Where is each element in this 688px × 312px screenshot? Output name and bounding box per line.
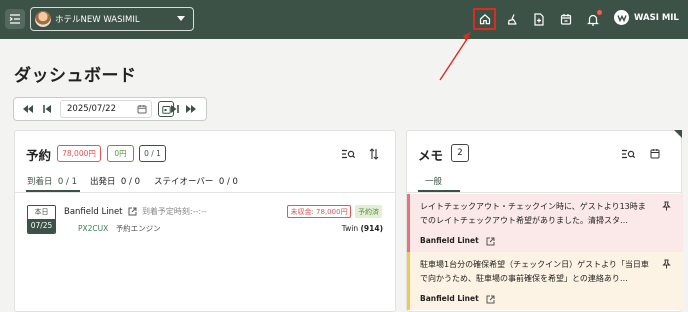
memo-title: メモ [418, 148, 444, 163]
notification-dot [597, 10, 602, 15]
external-link-icon[interactable] [486, 295, 495, 304]
tab-departure[interactable]: 出発日 0 / 0 [90, 175, 140, 187]
hotel-select[interactable]: ホテルNEW WASIMIL [30, 7, 194, 31]
memo-item[interactable]: 駐車場1台分の確保希望（チェックイン日）ゲストより「当日車で向かうため、駐車場の… [407, 252, 683, 310]
double-chevron-left-icon [23, 105, 33, 113]
memo-text: 駐車場1台分の確保希望（チェックイン日）ゲストより「当日車で向かうため、駐車場の… [420, 260, 649, 283]
date-input[interactable]: 2025/07/22 [60, 100, 152, 118]
day-label: 本日 [28, 206, 55, 219]
calendar-icon [137, 105, 147, 114]
memo-color-bar [407, 194, 410, 252]
chevron-down-icon [177, 16, 185, 21]
tab-arrival[interactable]: 到着日 0 / 1 [27, 175, 77, 187]
home-icon [479, 14, 490, 25]
calendar-button[interactable] [556, 9, 576, 29]
memo-text: レイトチェックアウト・チェックイン時に、ゲストより13時までのレイトチェックアウ… [420, 202, 646, 225]
arrival-date: 07/25 [28, 219, 55, 233]
wasimil-logo-icon [616, 14, 627, 22]
room-type: Twin [341, 224, 359, 233]
cleaning-button[interactable] [502, 9, 522, 29]
reservation-title: 予約 [26, 148, 52, 163]
hotel-logo [35, 11, 51, 27]
home-button[interactable] [473, 8, 496, 30]
search-list-icon[interactable] [342, 149, 355, 159]
tab-count: 0 / 0 [218, 177, 238, 187]
booking-channel: 予約エンジン [115, 224, 161, 233]
unpaid-badge: 未収金: 78,000円 [287, 205, 351, 218]
memo-item[interactable]: レイトチェックアウト・チェックイン時に、ゲストより13時までのレイトチェックアウ… [407, 194, 683, 252]
search-list-icon[interactable] [622, 149, 635, 159]
amount-badge: 78,000円 [57, 145, 101, 162]
double-chevron-right-icon [186, 105, 196, 113]
menu-button[interactable] [5, 9, 25, 29]
tab-label: ステイオーバー [154, 177, 214, 187]
new-document-button[interactable] [529, 9, 549, 29]
tab-general[interactable]: 一般 [425, 175, 442, 187]
calendar-icon[interactable] [650, 148, 660, 159]
divider [15, 192, 395, 193]
pin-icon[interactable] [662, 259, 671, 269]
memo-author-row: Banfield Linet [420, 294, 495, 304]
status-badge: 予約済 [355, 205, 382, 218]
tab-label: 出発日 [90, 177, 116, 187]
user-menu[interactable]: WASI MIL [614, 10, 679, 25]
room-number: (914) [360, 224, 383, 233]
reservation-code[interactable]: PX2CUX [78, 224, 108, 233]
memo-author: Banfield Linet [420, 236, 479, 245]
tab-count: 0 / 0 [120, 177, 141, 187]
skip-forward-icon [170, 105, 179, 113]
date-value: 2025/07/22 [67, 104, 116, 114]
prev-day-button[interactable] [40, 103, 54, 115]
arrival-date-tag: 本日 07/25 [27, 205, 56, 234]
tab-count: 0 / 1 [57, 177, 78, 187]
hotel-name: ホテルNEW WASIMIL [55, 15, 140, 25]
calendar-icon [560, 14, 572, 25]
memo-card: メモ 2 一般 レイトチェックアウト・チェックイン時に、ゲストより13時までのレ… [406, 130, 683, 312]
menu-icon [9, 14, 20, 24]
memo-author-row: Banfield Linet [420, 236, 495, 246]
next-day-button[interactable] [167, 103, 181, 115]
pin-icon[interactable] [662, 201, 671, 211]
external-link-icon[interactable] [128, 207, 137, 216]
tab-stayover[interactable]: ステイオーバー 0 / 0 [154, 175, 238, 187]
reservation-card: 予約 78,000円 0円 0 / 1 到着日 0 / 1 出発日 0 / 0 … [14, 130, 396, 312]
paid-badge: 0円 [107, 145, 134, 162]
file-plus-icon [534, 12, 544, 26]
external-link-icon[interactable] [486, 237, 495, 246]
divider [407, 192, 681, 193]
memo-color-bar [407, 252, 410, 310]
guest-name[interactable]: Banfield Linet [64, 207, 123, 217]
count-badge: 0 / 1 [139, 145, 166, 162]
prev-week-button[interactable] [21, 103, 35, 115]
top-bar: ホテルNEW WASIMIL WASI MIL [0, 0, 688, 39]
user-name: WASI MIL [634, 12, 679, 23]
corner-marker [674, 130, 682, 138]
memo-author: Banfield Linet [420, 294, 479, 303]
notifications-button[interactable] [583, 9, 603, 29]
next-week-button[interactable] [184, 103, 198, 115]
avatar [614, 10, 629, 25]
memo-count: 2 [451, 144, 469, 162]
skip-back-icon [42, 105, 51, 113]
reservation-row[interactable]: 本日 07/25 Banfield Linet 到着予定時刻:--:-- PX2… [27, 203, 383, 243]
sort-icon[interactable] [369, 148, 379, 160]
date-navigator: 2025/07/22 [13, 97, 207, 121]
tab-label: 到着日 [27, 177, 53, 187]
broom-icon [507, 13, 517, 25]
eta: 到着予定時刻:--:-- [141, 207, 207, 216]
page-title: ダッシュボード [14, 66, 137, 86]
annotation-arrow [439, 32, 471, 81]
